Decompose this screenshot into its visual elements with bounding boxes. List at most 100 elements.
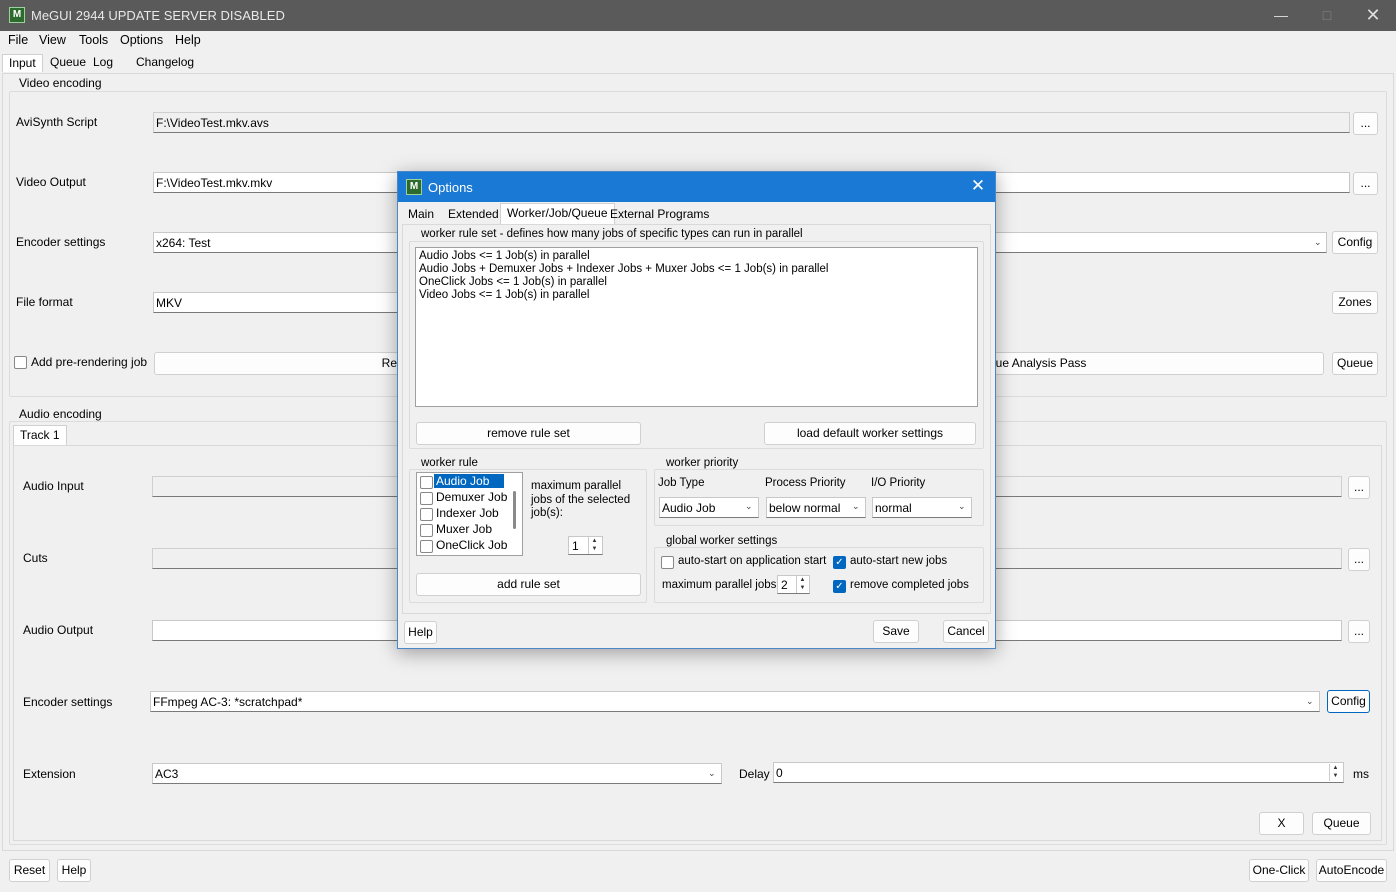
video-queue-button[interactable]: Queue [1332,352,1378,375]
options-dialog: M Options ✕ Main Extended Worker/Job/Que… [397,171,996,649]
minimize-icon[interactable]: — [1258,0,1304,31]
main-titlebar: M MeGUI 2944 UPDATE SERVER DISABLED — □ … [0,0,1396,31]
io-priority-label: I/O Priority [871,477,926,489]
audio-output-label: Audio Output [23,623,94,637]
remove-rule-set-button[interactable]: remove rule set [416,422,641,445]
chevron-down-icon: ⌄ [745,501,753,511]
menu-tools[interactable]: Tools [79,33,108,47]
video-encoder-settings-label: Encoder settings [16,235,106,249]
job-type-label: Job Type [658,477,705,489]
process-priority-select[interactable]: below normal [766,497,866,518]
avisynth-script-field[interactable]: F:\VideoTest.mkv.avs [153,112,1350,133]
delay-field[interactable]: 0 [773,762,1344,783]
list-item[interactable]: Indexer Job [436,506,499,520]
list-item[interactable]: OneClick Jobs <= 1 Job(s) in parallel [419,276,974,289]
extension-select[interactable]: AC3 [152,763,722,784]
chevron-down-icon: ⌄ [958,501,966,511]
max-parallel-label: maximum parallel jobs of the selected jo… [531,480,631,519]
cuts-browse-button[interactable]: ... [1348,548,1370,571]
menubar [0,31,1396,51]
tab-changelog[interactable]: Changelog [130,54,200,72]
chevron-down-icon: ⌄ [1314,237,1322,247]
list-item[interactable]: OneClick Job [436,538,507,552]
audio-output-browse-button[interactable]: ... [1348,620,1370,643]
worker-priority-label: worker priority [663,457,742,469]
dialog-help-button[interactable]: Help [404,621,437,644]
one-click-button[interactable]: One-Click [1249,859,1309,882]
maximize-icon[interactable]: □ [1304,0,1350,31]
dialog-cancel-button[interactable]: Cancel [943,620,989,643]
delay-spin-icon[interactable]: ▲ ▼ [1329,764,1341,781]
cuts-label: Cuts [23,551,48,565]
extension-label: Extension [23,767,76,781]
job-type-checklist[interactable]: Audio Job Demuxer Job Indexer Job Muxer … [416,472,523,556]
spinner-arrows-icon[interactable]: ▲ ▼ [588,537,600,554]
prerender-button[interactable]: Re [154,352,404,375]
io-priority-select[interactable]: normal [872,497,972,518]
file-format-label: File format [16,295,73,309]
list-item[interactable]: Demuxer Job [436,490,507,504]
tab-worker-job-queue[interactable]: Worker/Job/Queue [500,203,615,224]
menu-view[interactable]: View [39,33,66,47]
tab-extended[interactable]: Extended [442,205,505,224]
load-default-worker-settings-button[interactable]: load default worker settings [764,422,976,445]
file-format-select[interactable]: MKV [153,292,403,313]
help-button[interactable]: Help [57,859,91,882]
autoencode-button[interactable]: AutoEncode [1316,859,1387,882]
video-output-label: Video Output [16,175,86,189]
video-output-browse-button[interactable]: ... [1353,172,1378,195]
zones-button[interactable]: Zones [1332,291,1378,314]
add-prerender-checkbox[interactable] [14,356,27,369]
job-checkbox[interactable] [420,524,433,537]
avisynth-browse-button[interactable]: ... [1353,112,1378,135]
list-item[interactable]: Audio Jobs <= 1 Job(s) in parallel [419,250,974,263]
list-item[interactable]: Audio Jobs + Demuxer Jobs + Indexer Jobs… [419,263,974,276]
tab-log[interactable]: Log [87,54,119,72]
job-checkbox[interactable] [420,540,433,553]
autostart-new-checkbox[interactable]: ✓ [833,556,846,569]
add-rule-set-button[interactable]: add rule set [416,573,641,596]
audio-input-label: Audio Input [23,479,84,493]
audio-encoder-settings-label: Encoder settings [23,695,113,709]
chevron-down-icon: ⌄ [852,501,860,511]
audio-input-browse-button[interactable]: ... [1348,476,1370,499]
close-icon[interactable]: ✕ [967,176,989,196]
menu-file[interactable]: File [8,33,28,47]
rule-set-list[interactable]: Audio Jobs <= 1 Job(s) in parallel Audio… [415,247,978,407]
tab-external-programs[interactable]: External Programs [604,205,715,224]
tab-input[interactable]: Input [2,54,43,72]
tab-queue[interactable]: Queue [44,54,92,72]
dialog-save-button[interactable]: Save [873,620,919,643]
video-config-button[interactable]: Config [1332,231,1378,254]
list-item[interactable]: Video Jobs <= 1 Job(s) in parallel [419,289,974,302]
autostart-new-label: auto-start new jobs [850,555,948,567]
autostart-app-label: auto-start on application start [678,555,827,567]
chevron-down-icon: ⌄ [1306,696,1314,706]
job-checkbox[interactable] [420,476,433,489]
queue-analysis-pass-button[interactable]: eue Analysis Pass [988,352,1324,375]
audio-queue-button[interactable]: Queue [1312,812,1371,835]
audio-remove-button[interactable]: X [1259,812,1304,835]
tab-track-1[interactable]: Track 1 [13,425,67,445]
job-checkbox[interactable] [420,492,433,505]
autostart-app-checkbox[interactable] [661,556,674,569]
add-prerender-label: Add pre-rendering job [31,355,148,369]
menu-options[interactable]: Options [120,33,163,47]
list-item[interactable]: Audio Job [434,474,504,488]
reset-button[interactable]: Reset [9,859,50,882]
close-icon[interactable]: ✕ [1350,0,1396,31]
spinner-arrows-icon[interactable]: ▲ ▼ [796,576,808,593]
remove-completed-checkbox[interactable]: ✓ [833,580,846,593]
menu-help[interactable]: Help [175,33,201,47]
global-worker-settings-label: global worker settings [663,535,781,547]
audio-encoder-select[interactable]: FFmpeg AC-3: *scratchpad* [150,691,1320,712]
delay-label: Delay [739,767,770,781]
list-item[interactable]: Muxer Job [436,522,492,536]
max-parallel-jobs-label: maximum parallel jobs [662,579,777,591]
audio-config-button[interactable]: Config [1327,690,1370,713]
worker-rule-set-label: worker rule set - defines how many jobs … [418,228,806,240]
scrollbar-thumb[interactable] [513,491,516,529]
job-type-select[interactable]: Audio Job [659,497,759,518]
tab-main[interactable]: Main [402,205,440,224]
job-checkbox[interactable] [420,508,433,521]
